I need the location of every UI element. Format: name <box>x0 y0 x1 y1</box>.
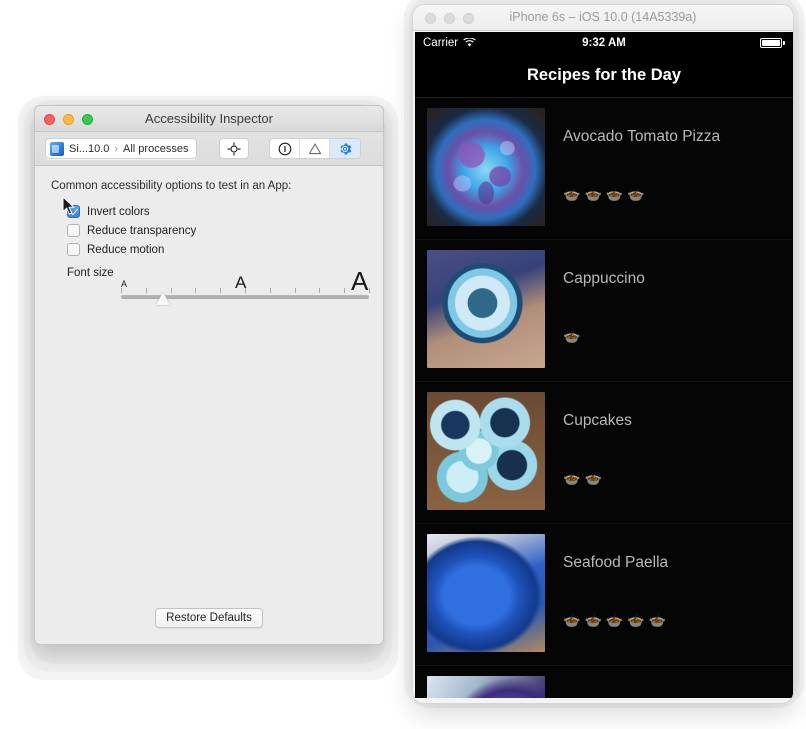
recipe-thumbnail <box>427 108 545 226</box>
font-size-slider[interactable]: A A A <box>121 265 370 305</box>
path-app-label: Si...10.0 <box>69 142 110 155</box>
recipe-info: Cupcakes 🍲 🍲 <box>545 392 793 524</box>
recipe-info <box>545 676 793 698</box>
slider-tick <box>195 288 197 293</box>
process-path-control[interactable]: Si...10.0 › All processes <box>45 138 198 159</box>
recipe-thumbnail <box>427 676 545 698</box>
recipe-info: Cappuccino 🍲 <box>545 250 793 382</box>
slider-tick <box>369 288 370 293</box>
rating-icon: 🍲 <box>627 186 645 202</box>
simulator-window-title: iPhone 6s – iOS 10.0 (14A5339a) <box>509 10 697 24</box>
mouse-pointer-icon <box>62 196 76 215</box>
checkbox-row-invert-colors[interactable]: Invert colors <box>67 202 367 221</box>
recipe-name: Cupcakes <box>563 412 632 429</box>
crosshair-target-icon <box>227 142 241 155</box>
tab-settings[interactable] <box>330 139 361 158</box>
warning-triangle-icon <box>308 142 322 154</box>
simulator-app-icon <box>50 141 64 156</box>
recipe-thumbnail <box>427 534 545 652</box>
checkbox-row-reduce-motion[interactable]: Reduce motion <box>67 240 367 259</box>
inspector-title-bar: Accessibility Inspector <box>35 106 383 132</box>
recipe-list[interactable]: Avocado Tomato Pizza 🍲 🍲 🍲 🍲 Cappuccino <box>415 98 793 698</box>
path-scope-label: All processes <box>123 142 189 155</box>
gear-icon <box>340 142 352 155</box>
slider-thumb[interactable] <box>156 292 171 305</box>
simulator-title-bar: iPhone 6s – iOS 10.0 (14A5339a) <box>413 5 793 31</box>
restore-defaults-row: Restore Defaults <box>35 608 383 628</box>
recipe-name: Cappuccino <box>563 270 645 287</box>
invert-colors-label: Invert colors <box>87 205 150 218</box>
reduce-motion-checkbox[interactable] <box>67 243 80 256</box>
nav-title: Recipes for the Day <box>526 66 682 84</box>
inspector-mode-segmented-control <box>269 138 362 159</box>
recipe-thumbnail <box>427 250 545 368</box>
recipe-info: Avocado Tomato Pizza 🍲 🍲 🍲 🍲 <box>545 108 793 240</box>
rating-icon: 🍲 <box>605 186 624 202</box>
tab-info[interactable] <box>270 139 301 158</box>
rating-icon: 🍲 <box>584 470 602 486</box>
list-item[interactable]: Seafood Paella 🍲 🍲 🍲 🍲 🍲 <box>415 524 793 666</box>
rating-icon: 🍲 <box>627 612 645 628</box>
recipe-info: Seafood Paella 🍲 🍲 🍲 🍲 🍲 <box>545 534 793 666</box>
ios-status-bar: Carrier 9:32 AM <box>415 32 793 54</box>
tab-warnings[interactable] <box>300 139 331 158</box>
rating-icon: 🍲 <box>605 612 624 628</box>
slider-tick <box>269 288 271 293</box>
section-label: Common accessibility options to test in … <box>51 180 292 192</box>
target-picker-button[interactable] <box>219 138 250 159</box>
screenshot-root: Accessibility Inspector Si...10.0 › All … <box>0 0 806 729</box>
reduce-motion-label: Reduce motion <box>87 243 165 256</box>
slider-tick <box>145 288 147 293</box>
chevron-right-icon: › <box>114 142 119 155</box>
recipe-name: Avocado Tomato Pizza <box>563 128 721 145</box>
recipe-thumbnail <box>427 392 545 510</box>
slider-tick <box>170 288 172 293</box>
recipe-name: Seafood Paella <box>563 554 669 571</box>
slider-tick <box>220 288 222 293</box>
accessibility-inspector-window: Accessibility Inspector Si...10.0 › All … <box>34 105 384 645</box>
slider-tick <box>245 288 246 293</box>
inspector-window-title: Accessibility Inspector <box>145 111 273 126</box>
rating-icon: 🍲 <box>563 612 581 628</box>
restore-defaults-button[interactable]: Restore Defaults <box>155 608 263 628</box>
reduce-transparency-label: Reduce transparency <box>87 224 197 237</box>
rating-row: 🍲 🍲 <box>563 470 602 487</box>
device-screen: Carrier 9:32 AM Recipes for the Day Avoc… <box>415 32 793 698</box>
list-item[interactable]: Avocado Tomato Pizza 🍲 🍲 🍲 🍲 <box>415 98 793 240</box>
slider-tick <box>319 288 321 293</box>
slider-tick <box>121 288 122 293</box>
navigation-bar: Recipes for the Day <box>415 54 793 98</box>
rating-row: 🍲 🍲 🍲 🍲 <box>563 186 645 203</box>
rating-icon: 🍲 <box>563 328 581 344</box>
list-item[interactable]: Cappuccino 🍲 <box>415 240 793 382</box>
slider-tick <box>344 288 346 293</box>
rating-icon: 🍲 <box>584 612 602 628</box>
rating-icon: 🍲 <box>584 186 602 202</box>
list-item[interactable] <box>415 666 793 698</box>
info-circle-icon <box>278 142 292 155</box>
rating-icon: 🍲 <box>563 470 581 486</box>
rating-icon: 🍲 <box>563 186 581 202</box>
list-item[interactable]: Cupcakes 🍲 🍲 <box>415 382 793 524</box>
slider-tick <box>294 288 296 293</box>
inspector-toolbar: Si...10.0 › All processes <box>35 132 383 166</box>
checkbox-row-reduce-transparency[interactable]: Reduce transparency <box>67 221 367 240</box>
reduce-transparency-checkbox[interactable] <box>67 224 80 237</box>
inspector-content-pane: Common accessibility options to test in … <box>35 166 383 643</box>
simulator-window: iPhone 6s – iOS 10.0 (14A5339a) Carrier … <box>412 4 794 704</box>
rating-row: 🍲 <box>563 328 580 345</box>
rating-row: 🍲 🍲 🍲 🍲 🍲 <box>563 612 666 629</box>
status-bar-clock: 9:32 AM <box>582 37 626 49</box>
rating-icon: 🍲 <box>648 612 667 628</box>
